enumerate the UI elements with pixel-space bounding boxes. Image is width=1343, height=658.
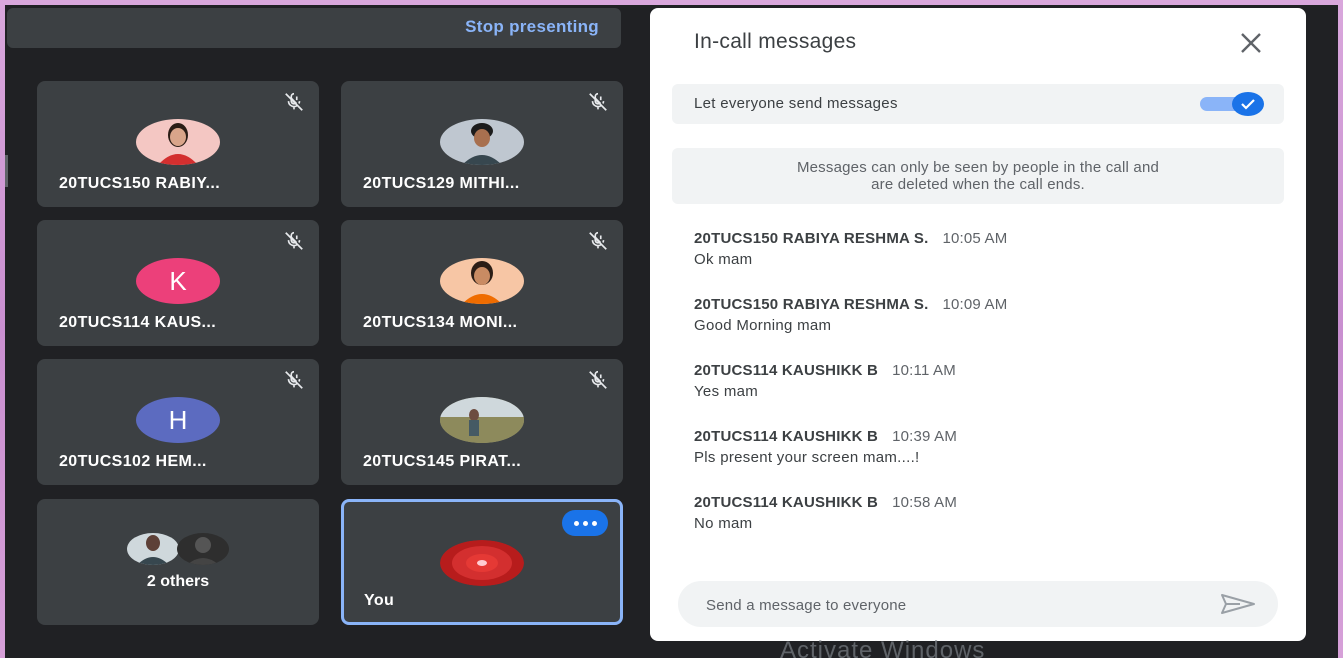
- mic-off-icon: [285, 92, 303, 111]
- participant-name: 20TUCS102 HEM...: [59, 453, 207, 470]
- self-tile[interactable]: You: [341, 499, 623, 625]
- message-text: No mam: [694, 515, 753, 532]
- avatar-letter: K: [169, 265, 187, 296]
- message-item: 20TUCS150 RABIYA RESHMA S. 10:05 AM Ok ma…: [694, 230, 1284, 296]
- participant-avatar: [136, 119, 220, 165]
- self-avatar: [440, 540, 524, 586]
- participant-name: 20TUCS150 RABIY...: [59, 175, 221, 192]
- message-text: Yes mam: [694, 383, 759, 400]
- message-item: 20TUCS150 RABIYA RESHMA S. 10:09 AM Good …: [694, 296, 1284, 362]
- avatar-letter: H: [168, 404, 188, 435]
- person-photo-icon: [462, 261, 502, 304]
- message-text: Ok mam: [694, 251, 753, 268]
- person-photo-icon: [462, 123, 502, 165]
- message-composer: [678, 581, 1278, 627]
- participant-avatar: K: [136, 258, 220, 304]
- mic-off-icon: [285, 370, 303, 389]
- activate-windows-watermark: Activate Windows: [780, 637, 986, 658]
- message-sender: 20TUCS150 RABIYA RESHMA S.: [694, 230, 929, 247]
- message-time: 10:58 AM: [892, 494, 958, 511]
- mic-off-icon: [589, 370, 607, 389]
- allow-messages-label: Let everyone send messages: [694, 95, 898, 112]
- allow-messages-row: Let everyone send messages: [672, 84, 1284, 124]
- participant-name: 20TUCS129 MITHI...: [363, 175, 520, 192]
- flower-photo-icon: [440, 540, 524, 586]
- panel-title: In-call messages: [694, 30, 857, 53]
- window-edge-marker: [5, 155, 8, 187]
- message-time: 10:11 AM: [892, 362, 956, 379]
- presenting-bar: Stop presenting: [7, 8, 621, 48]
- notice-line: Messages can only be seen by people in t…: [796, 159, 1160, 176]
- toggle-knob: [1232, 92, 1264, 116]
- participant-name: 20TUCS114 KAUS...: [59, 314, 217, 331]
- message-item: 20TUCS114 KAUSHIKK B 10:11 AM Yes mam: [694, 362, 1284, 428]
- stop-presenting-button[interactable]: Stop presenting: [465, 17, 599, 37]
- message-sender: 20TUCS114 KAUSHIKK B: [694, 362, 879, 379]
- participant-name: 20TUCS134 MONI...: [363, 314, 518, 331]
- message-item: 20TUCS114 KAUSHIKK B 10:39 AM Pls present…: [694, 428, 1284, 494]
- privacy-notice: Messages can only be seen by people in t…: [672, 148, 1284, 204]
- allow-messages-toggle[interactable]: [1196, 92, 1264, 116]
- message-sender: 20TUCS150 RABIYA RESHMA S.: [694, 296, 929, 313]
- message-text: Good Morning mam: [694, 317, 832, 334]
- participant-name: 20TUCS145 PIRAT...: [363, 453, 522, 470]
- participant-tile[interactable]: H 20TUCS102 HEM...: [37, 359, 319, 485]
- participant-avatar: [440, 258, 524, 304]
- in-call-messages-panel: In-call messages Let everyone send messa…: [650, 8, 1306, 641]
- mic-off-icon: [285, 231, 303, 250]
- person-photo-icon: [177, 533, 229, 565]
- mic-off-icon: [589, 231, 607, 250]
- participant-avatar: [440, 119, 524, 165]
- person-photo-icon: [440, 397, 524, 443]
- participant-tile[interactable]: 20TUCS150 RABIY...: [37, 81, 319, 207]
- message-time: 10:05 AM: [942, 230, 1008, 247]
- check-icon: [1241, 99, 1255, 110]
- others-label: 2 others: [146, 573, 210, 590]
- message-sender: 20TUCS114 KAUSHIKK B: [694, 428, 879, 445]
- message-text: Pls present your screen mam....!: [694, 449, 920, 466]
- message-input[interactable]: [704, 592, 1188, 618]
- self-name: You: [364, 592, 395, 609]
- message-time: 10:39 AM: [892, 428, 958, 445]
- person-photo-icon: [158, 123, 198, 165]
- close-icon[interactable]: [1236, 28, 1266, 58]
- participant-tile[interactable]: K 20TUCS114 KAUS...: [37, 220, 319, 346]
- others-tile[interactable]: 2 others: [37, 499, 319, 625]
- participant-avatar: H: [136, 397, 220, 443]
- send-icon[interactable]: [1220, 592, 1256, 616]
- dot-icon: [573, 520, 579, 526]
- notice-line: are deleted when the call ends.: [871, 176, 1085, 193]
- mic-off-icon: [589, 92, 607, 111]
- message-item: 20TUCS114 KAUSHIKK B 10:58 AM No mam: [694, 494, 1284, 560]
- dot-icon: [582, 520, 588, 526]
- message-list: 20TUCS150 RABIYA RESHMA S. 10:05 AM Ok ma…: [694, 230, 1284, 560]
- person-photo-icon: [127, 533, 179, 565]
- participant-tile[interactable]: 20TUCS129 MITHI...: [341, 81, 623, 207]
- participant-tile[interactable]: 20TUCS134 MONI...: [341, 220, 623, 346]
- message-sender: 20TUCS114 KAUSHIKK B: [694, 494, 879, 511]
- participant-tile[interactable]: 20TUCS145 PIRAT...: [341, 359, 623, 485]
- dot-icon: [591, 520, 597, 526]
- more-options-button[interactable]: [562, 510, 608, 536]
- others-avatars: [127, 533, 237, 565]
- meet-window: Stop presenting 20TUCS150 RABIY... 20TUC…: [5, 5, 1338, 658]
- message-time: 10:09 AM: [942, 296, 1008, 313]
- participant-avatar: [440, 397, 524, 443]
